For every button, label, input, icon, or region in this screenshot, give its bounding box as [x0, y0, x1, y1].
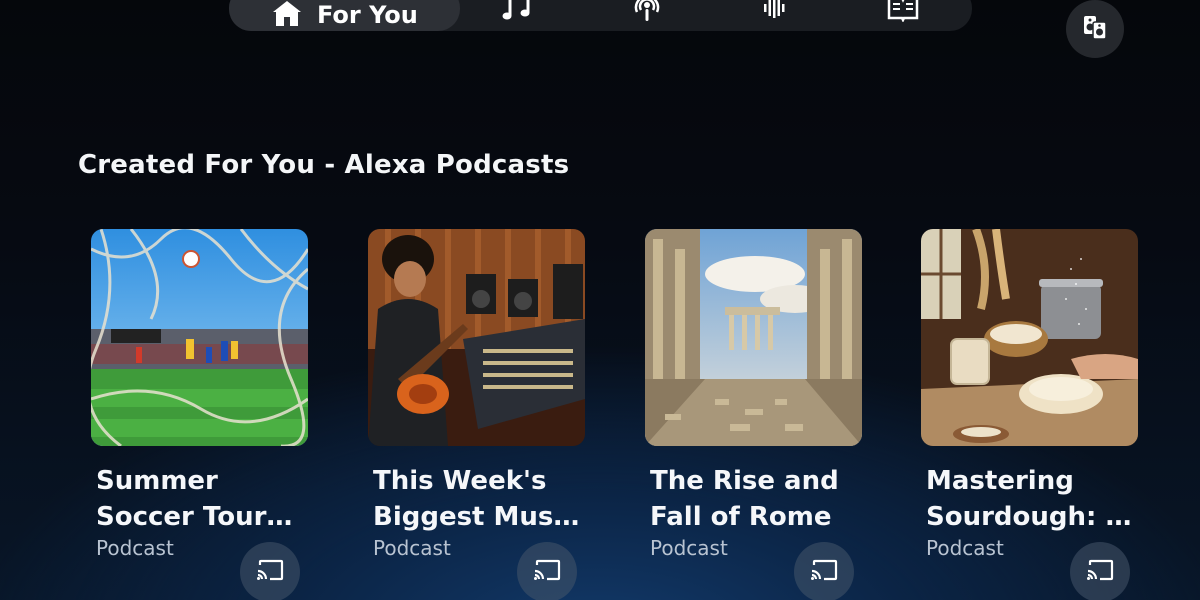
tab-for-you[interactable]: For You — [229, 0, 460, 31]
podcast-card[interactable]: Summer Soccer Tournament Podcast — [78, 229, 318, 600]
podcast-type-label: Podcast — [96, 536, 174, 560]
tab-audio[interactable] — [759, 0, 791, 24]
cast-icon — [1086, 559, 1114, 585]
podcast-card[interactable]: The Rise and Fall of Rome Podcast — [632, 229, 872, 600]
podcast-type-label: Podcast — [373, 536, 451, 560]
cast-button[interactable] — [517, 542, 577, 600]
top-navigation: For You — [229, 0, 972, 31]
cast-button[interactable] — [794, 542, 854, 600]
tab-books[interactable] — [887, 0, 919, 24]
podcast-card[interactable]: This Week's Biggest Music News Podcast — [355, 229, 595, 600]
cast-icon — [256, 559, 284, 585]
podcast-card[interactable]: Mastering Sourdough: Tips Podcast — [908, 229, 1148, 600]
tab-music[interactable] — [501, 0, 533, 24]
speakers-icon — [1082, 14, 1108, 44]
music-note-icon — [501, 0, 533, 26]
podcast-icon — [631, 0, 663, 26]
tab-podcasts[interactable] — [631, 0, 663, 24]
book-icon — [887, 0, 919, 26]
podcast-artwork — [91, 229, 308, 446]
audio-wave-icon — [759, 0, 791, 26]
podcast-artwork — [368, 229, 585, 446]
section-title: Created For You - Alexa Podcasts — [78, 150, 570, 180]
podcast-artwork — [921, 229, 1138, 446]
cast-icon — [810, 559, 838, 585]
cast-button[interactable] — [240, 542, 300, 600]
cast-button[interactable] — [1070, 542, 1130, 600]
podcast-title: This Week's Biggest Music News — [373, 466, 583, 532]
tab-for-you-label: For You — [317, 0, 418, 29]
speakers-button[interactable] — [1066, 0, 1124, 58]
podcast-title: Summer Soccer Tournament — [96, 466, 306, 532]
podcast-type-label: Podcast — [926, 536, 1004, 560]
cast-icon — [533, 559, 561, 585]
podcast-title: The Rise and Fall of Rome — [650, 466, 839, 532]
podcast-type-label: Podcast — [650, 536, 728, 560]
podcast-title: Mastering Sourdough: Tips — [926, 466, 1136, 532]
podcast-artwork — [645, 229, 862, 446]
home-icon — [271, 0, 303, 31]
